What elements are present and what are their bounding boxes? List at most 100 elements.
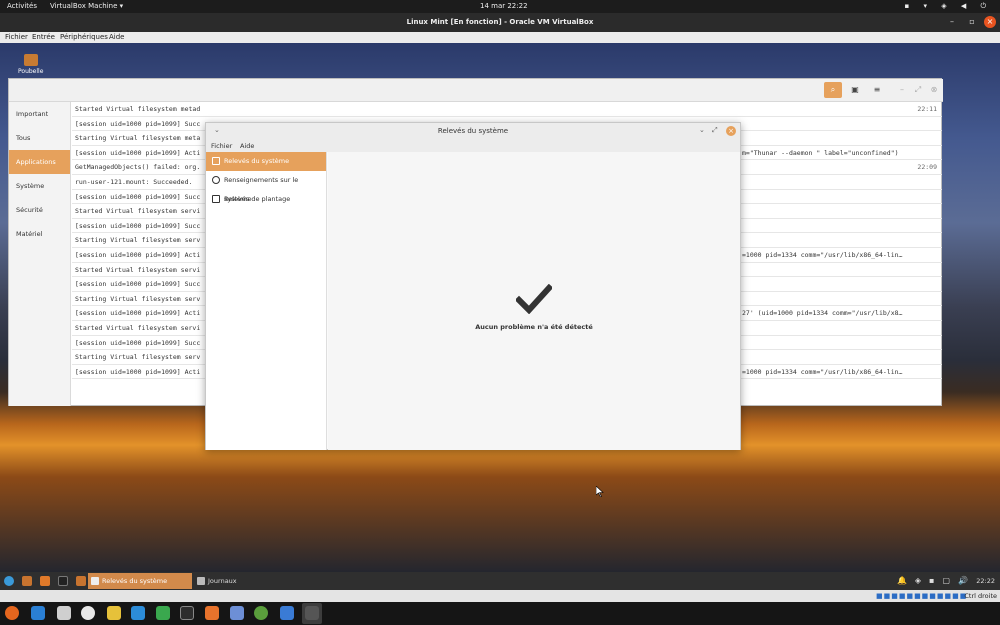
log-message: [session uid=1000 pid=1099] Succ	[75, 338, 201, 347]
sidebar-item-crash-reports[interactable]: Relevés de plantage	[206, 190, 326, 209]
logs-sidebar: Important Tous Applications Système Sécu…	[9, 102, 71, 406]
activities-button[interactable]: Activités	[7, 2, 37, 10]
calc-icon[interactable]	[156, 606, 170, 620]
log-detail: =1000 pid=1334 comm="/usr/lib/x86_64-lin…	[742, 250, 903, 259]
top-bar-clock[interactable]: 14 mar 22:22	[480, 2, 528, 10]
guest-taskbar: Relevés du système Journaux 🔔◈▪▢🔊 22:22	[0, 572, 1000, 590]
desktop-icon-label: Poubelle	[18, 68, 44, 75]
dialog-titlebar: ⌄ Relevés du système ⌄ ⤢ ×	[206, 123, 740, 140]
sidebar-item-system-info[interactable]: Renseignements sur le système	[206, 171, 326, 203]
app-icon	[91, 577, 99, 585]
logs-headerbar: ⌕ ▣ ≡ – ⤢ ⊗	[9, 79, 943, 102]
log-message: Starting Virtual filesystem serv	[75, 294, 201, 303]
log-message: Starting Virtual filesystem serv	[75, 236, 201, 245]
hamburger-menu-icon[interactable]: ≡	[868, 82, 886, 98]
gnome-top-bar: Activités VirtualBox Machine ▾ 14 mar 22…	[0, 0, 1000, 13]
screenshot-icon[interactable]	[230, 606, 244, 620]
guest-desktop: Poubelle ⌕ ▣ ≡ – ⤢ ⊗ Important Tous Appl…	[0, 43, 1000, 572]
log-message: Started Virtual filesystem servi	[75, 323, 201, 332]
vbox-window-titlebar: Linux Mint [En fonction] - Oracle VM Vir…	[0, 13, 1000, 32]
update-icon[interactable]	[254, 606, 268, 620]
vbox-menubar: Fichier Entrée Périphériques Aide	[0, 32, 1000, 43]
vm-window-icon[interactable]	[305, 606, 319, 620]
menu-peripheriques[interactable]: Périphériques	[60, 33, 108, 41]
log-message: [session uid=1000 pid=1099] Acti	[75, 367, 201, 376]
host-dock	[0, 602, 1000, 625]
log-detail: =1000 pid=1334 comm="/usr/lib/x86_64-lin…	[742, 367, 903, 376]
menu-aide[interactable]: Aide	[109, 33, 124, 41]
minimize-icon[interactable]: ⌄	[699, 126, 705, 134]
log-message: Started Virtual filesystem metad	[75, 105, 201, 113]
sidebar-item-materiel[interactable]: Matériel	[9, 222, 70, 246]
sidebar-item-systeme[interactable]: Système	[9, 174, 70, 198]
system-reports-window: ⌄ Relevés du système ⌄ ⤢ × Fichier Aide …	[205, 122, 741, 450]
app-menu[interactable]: VirtualBox Machine ▾	[50, 2, 123, 10]
status-message: Aucun problème n'a été détecté	[475, 323, 593, 331]
menu-aide[interactable]: Aide	[240, 142, 254, 150]
sidebar-item-system-reports[interactable]: Relevés du système	[206, 152, 326, 171]
writer-icon[interactable]	[107, 606, 121, 620]
save-icon[interactable]: ▣	[846, 82, 864, 98]
location-pin-icon	[212, 176, 220, 184]
search-icon[interactable]: ⌕	[824, 82, 842, 98]
log-message: [session uid=1000 pid=1099] Succ	[75, 192, 201, 201]
task-system-reports[interactable]: Relevés du système	[88, 573, 192, 589]
text-editor-icon[interactable]	[40, 576, 50, 586]
log-message: Started Virtual filesystem servi	[75, 265, 201, 274]
sidebar-item-applications[interactable]: Applications	[9, 150, 70, 174]
host-key-label: Ctrl droite	[964, 592, 997, 600]
rhythmbox-icon[interactable]	[81, 606, 95, 620]
thunderbird-icon[interactable]	[31, 606, 45, 620]
sidebar-item-tous[interactable]: Tous	[9, 126, 70, 150]
maximize-icon[interactable]: ⤢	[712, 126, 718, 135]
task-label: Relevés du système	[102, 577, 168, 585]
vbox-device-icons[interactable]: ■■■■■■■■■■■■	[876, 592, 967, 600]
checkmark-icon	[516, 284, 552, 314]
report-icon	[212, 157, 220, 165]
folder-icon[interactable]	[76, 576, 86, 586]
log-message: Started Virtual filesystem servi	[75, 207, 201, 216]
dialog-sidebar: Relevés du système Renseignements sur le…	[206, 152, 327, 450]
menu-fichier[interactable]: Fichier	[5, 33, 28, 41]
terminal-icon[interactable]	[180, 606, 194, 620]
document-icon[interactable]	[131, 606, 145, 620]
menu-entree[interactable]: Entrée	[32, 33, 55, 41]
log-message: [session uid=1000 pid=1099] Succ	[75, 221, 201, 230]
task-journaux[interactable]: Journaux	[194, 573, 264, 589]
desktop-trash-icon[interactable]: Poubelle	[18, 54, 43, 75]
close-icon[interactable]: ⊗	[925, 82, 943, 98]
minimize-icon[interactable]: –	[946, 16, 958, 28]
virtualbox-icon[interactable]	[280, 606, 294, 620]
panel-tray-icons[interactable]: 🔔◈▪▢🔊	[897, 576, 976, 585]
dialog-menubar: Fichier Aide	[206, 140, 740, 152]
log-message: [session uid=1000 pid=1099] Succ	[75, 280, 201, 289]
task-label: Journaux	[208, 577, 237, 585]
trash-icon	[23, 54, 38, 66]
dialog-content: Aucun problème n'a été détecté	[328, 152, 740, 450]
restore-icon[interactable]: ▫	[966, 16, 978, 28]
log-message: Starting Virtual filesystem serv	[75, 353, 201, 362]
menu-icon[interactable]	[4, 576, 14, 586]
log-time: 22:09	[917, 163, 937, 172]
files-icon[interactable]	[57, 606, 71, 620]
log-detail: 27' (uid=1000 pid=1334 comm="/usr/lib/x8…	[742, 309, 903, 318]
sidebar-item-important[interactable]: Important	[9, 102, 70, 126]
close-icon[interactable]: ×	[726, 126, 736, 136]
log-message: [session uid=1000 pid=1099] Acti	[75, 250, 201, 259]
close-icon[interactable]: ×	[984, 16, 996, 28]
terminal-icon[interactable]	[58, 576, 68, 586]
firefox-icon[interactable]	[5, 606, 19, 620]
vbox-statusbar: ■■■■■■■■■■■■ Ctrl droite	[0, 590, 1000, 602]
log-message: [session uid=1000 pid=1099] Succ	[75, 119, 201, 128]
log-message: GetManagedObjects() failed: org.	[75, 163, 201, 172]
panel-clock[interactable]: 22:22	[976, 577, 995, 585]
sidebar-item-securite[interactable]: Sécurité	[9, 198, 70, 222]
system-tray-icons[interactable]: ▪ ▾ ◈ ◀ ⏻	[905, 2, 992, 11]
log-message: [session uid=1000 pid=1099] Acti	[75, 309, 201, 318]
sidebar-item-label: Relevés de plantage	[224, 195, 291, 203]
menu-fichier[interactable]: Fichier	[211, 142, 232, 150]
log-time: 22:11	[917, 105, 937, 113]
file-manager-icon[interactable]	[22, 576, 32, 586]
log-row[interactable]: Started Virtual filesystem metad 22:11	[72, 102, 942, 117]
software-store-icon[interactable]	[205, 606, 219, 620]
